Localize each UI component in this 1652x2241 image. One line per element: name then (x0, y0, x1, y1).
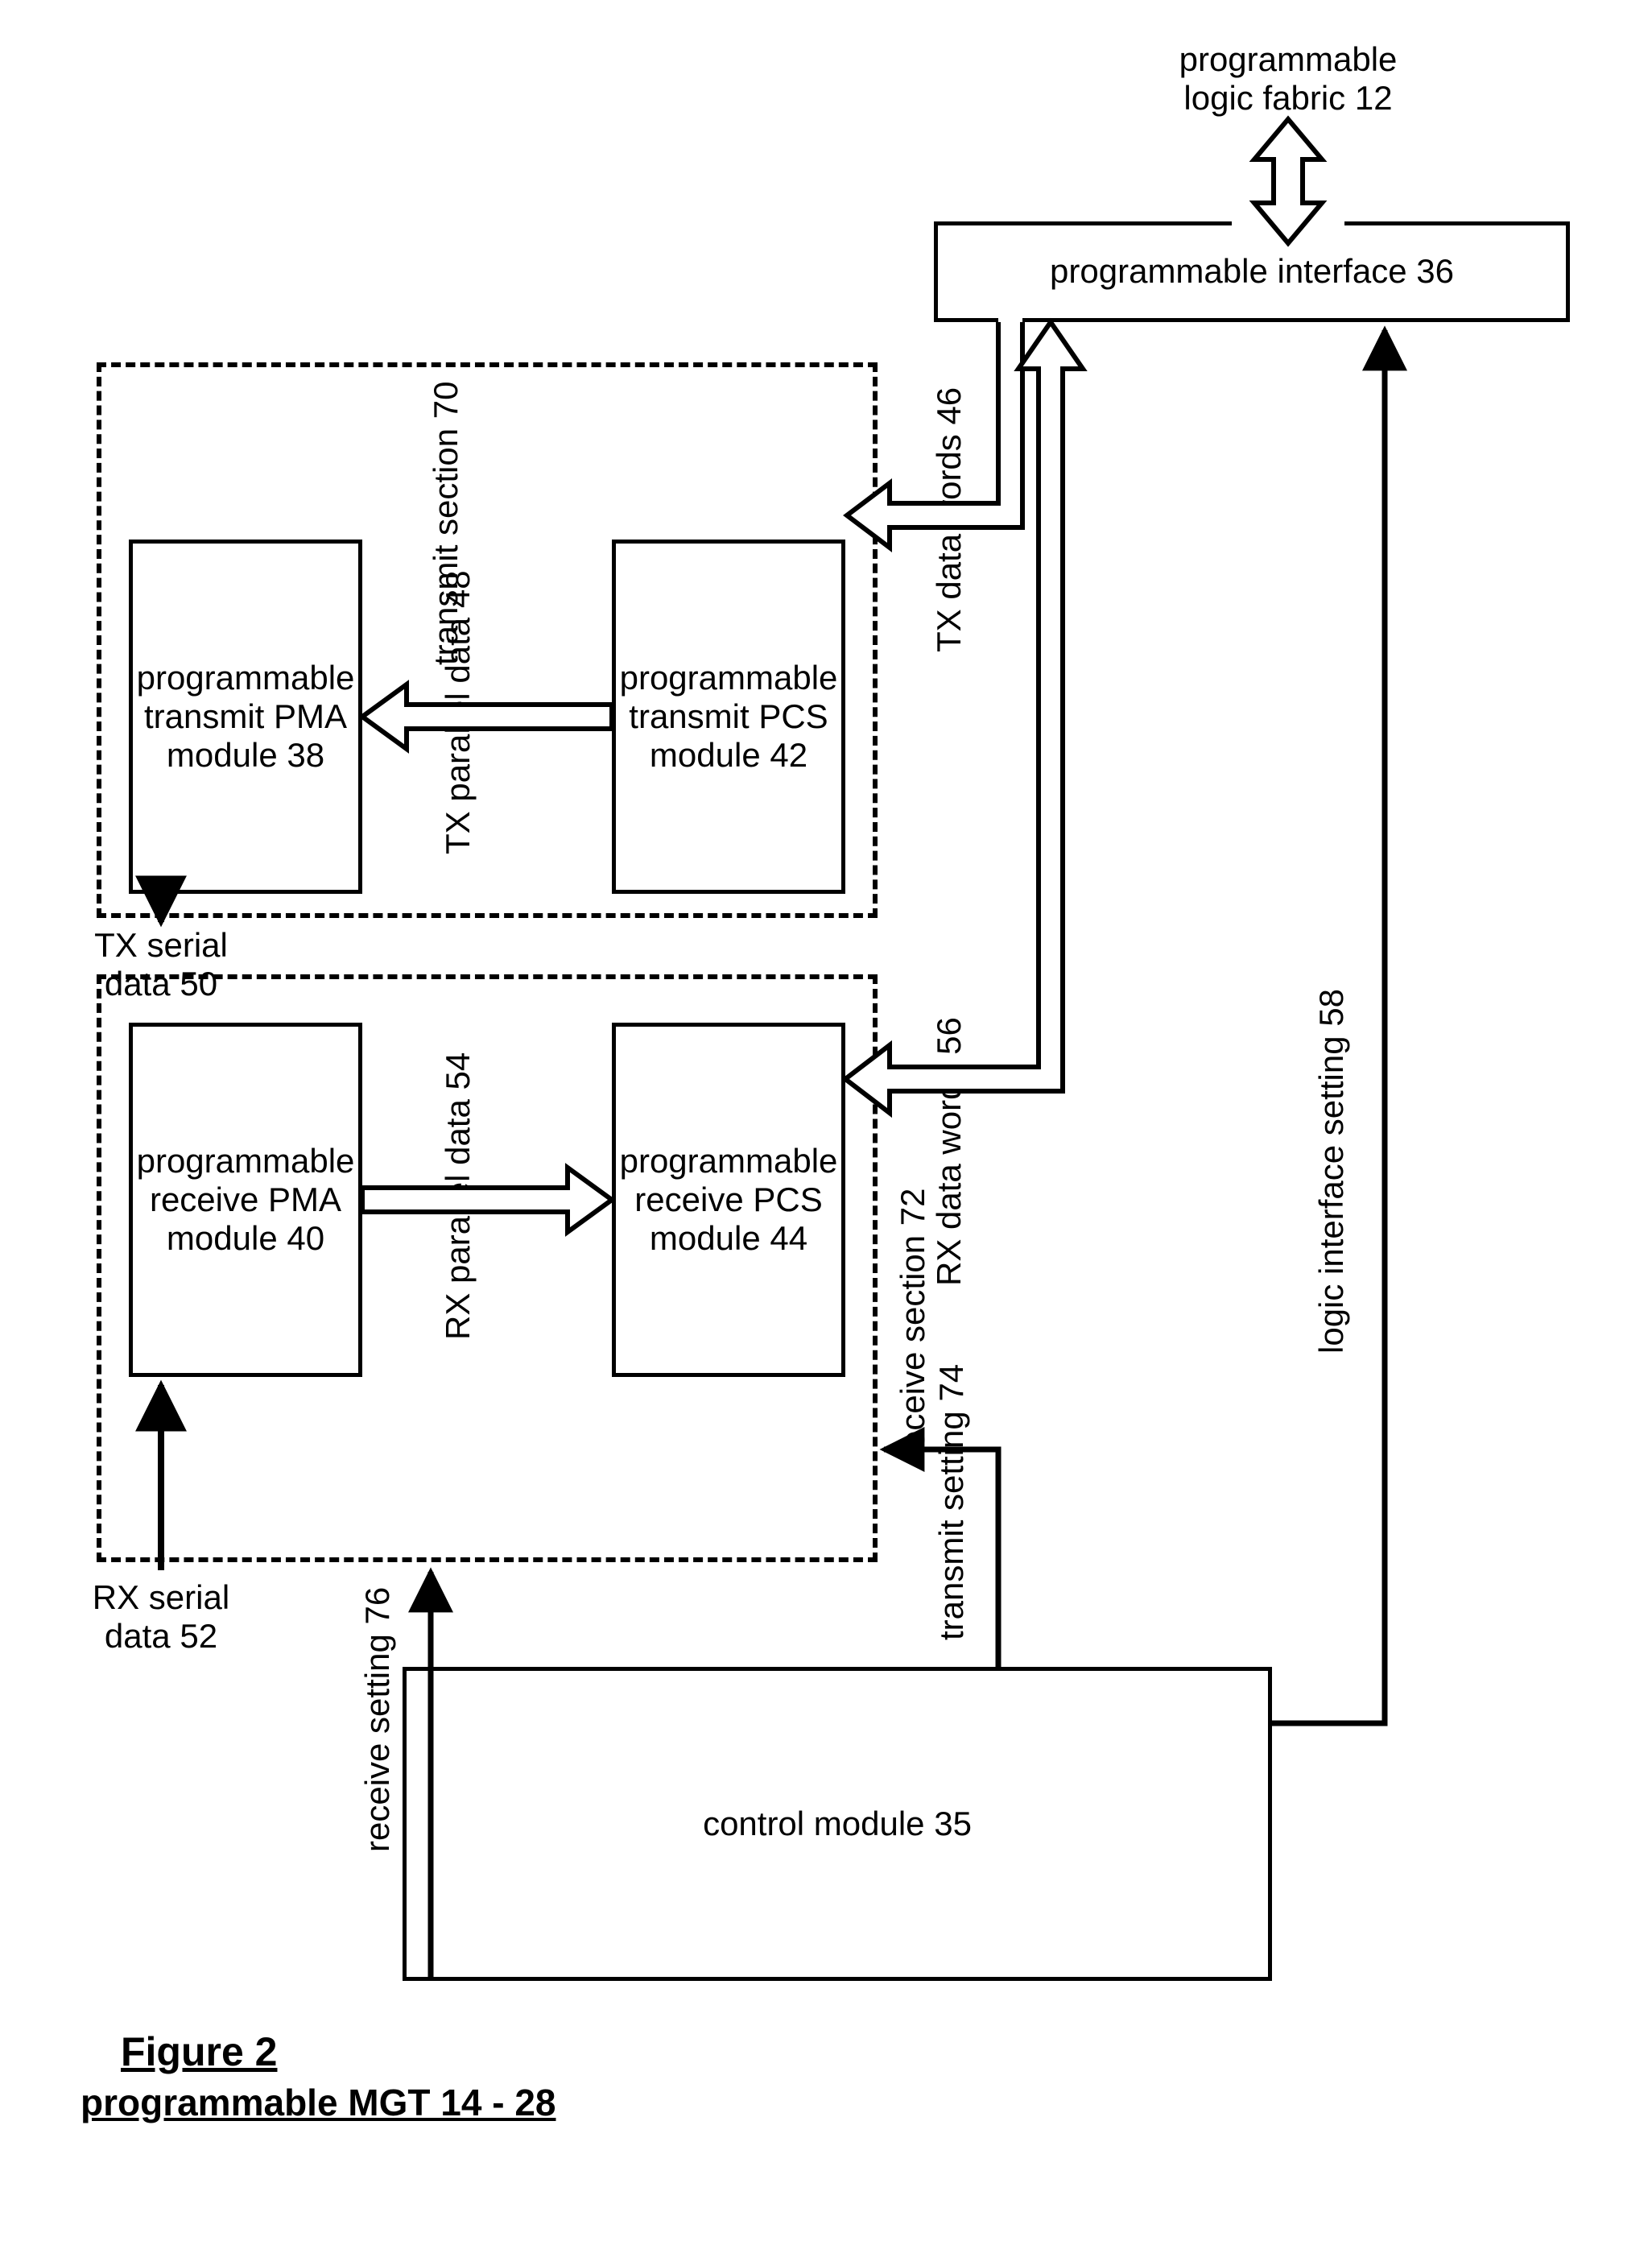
rx-pcs-text: programmable receive PCS module 44 (620, 1142, 838, 1259)
tx-pcs-box: programmable transmit PCS module 42 (612, 540, 845, 894)
rx-serial-label: RX serial data 52 (76, 1578, 246, 1656)
rx-pma-text: programmable receive PMA module 40 (137, 1142, 355, 1259)
figure-number: Figure 2 (121, 2029, 322, 2076)
logic-fabric-label: programmable logic fabric 12 (1119, 40, 1457, 118)
diagram-canvas: programmable logic fabric 12 programmabl… (32, 32, 1602, 2206)
rx-data-words-label: RX data words 56 (930, 994, 968, 1309)
receive-section-label: receive section 72 (894, 1176, 932, 1474)
tx-serial-label: TX serial data 50 (76, 926, 246, 1004)
rx-parallel-label: RX parallel data 54 (439, 1023, 477, 1369)
figure-title: programmable MGT 14 - 28 (81, 2082, 628, 2124)
rx-pcs-box: programmable receive PCS module 44 (612, 1023, 845, 1377)
control-module-box: control module 35 (403, 1667, 1272, 1981)
logic-iface-label: logic interface setting 58 (1312, 958, 1351, 1385)
tx-data-words-label: TX data words 46 (930, 366, 968, 672)
transmit-setting-label: transmit setting 74 (932, 1349, 971, 1655)
tx-pcs-text: programmable transmit PCS module 42 (620, 659, 838, 775)
tx-pma-box: programmable transmit PMA module 38 (129, 540, 362, 894)
rx-pma-box: programmable receive PMA module 40 (129, 1023, 362, 1377)
control-module-text: control module 35 (703, 1805, 972, 1843)
programmable-interface-text: programmable interface 36 (1050, 252, 1454, 291)
tx-parallel-label: TX parallel data 48 (439, 544, 477, 882)
tx-pma-text: programmable transmit PMA module 38 (137, 659, 355, 775)
receive-setting-label: receive setting 76 (358, 1574, 397, 1864)
programmable-interface-box: programmable interface 36 (934, 221, 1570, 322)
